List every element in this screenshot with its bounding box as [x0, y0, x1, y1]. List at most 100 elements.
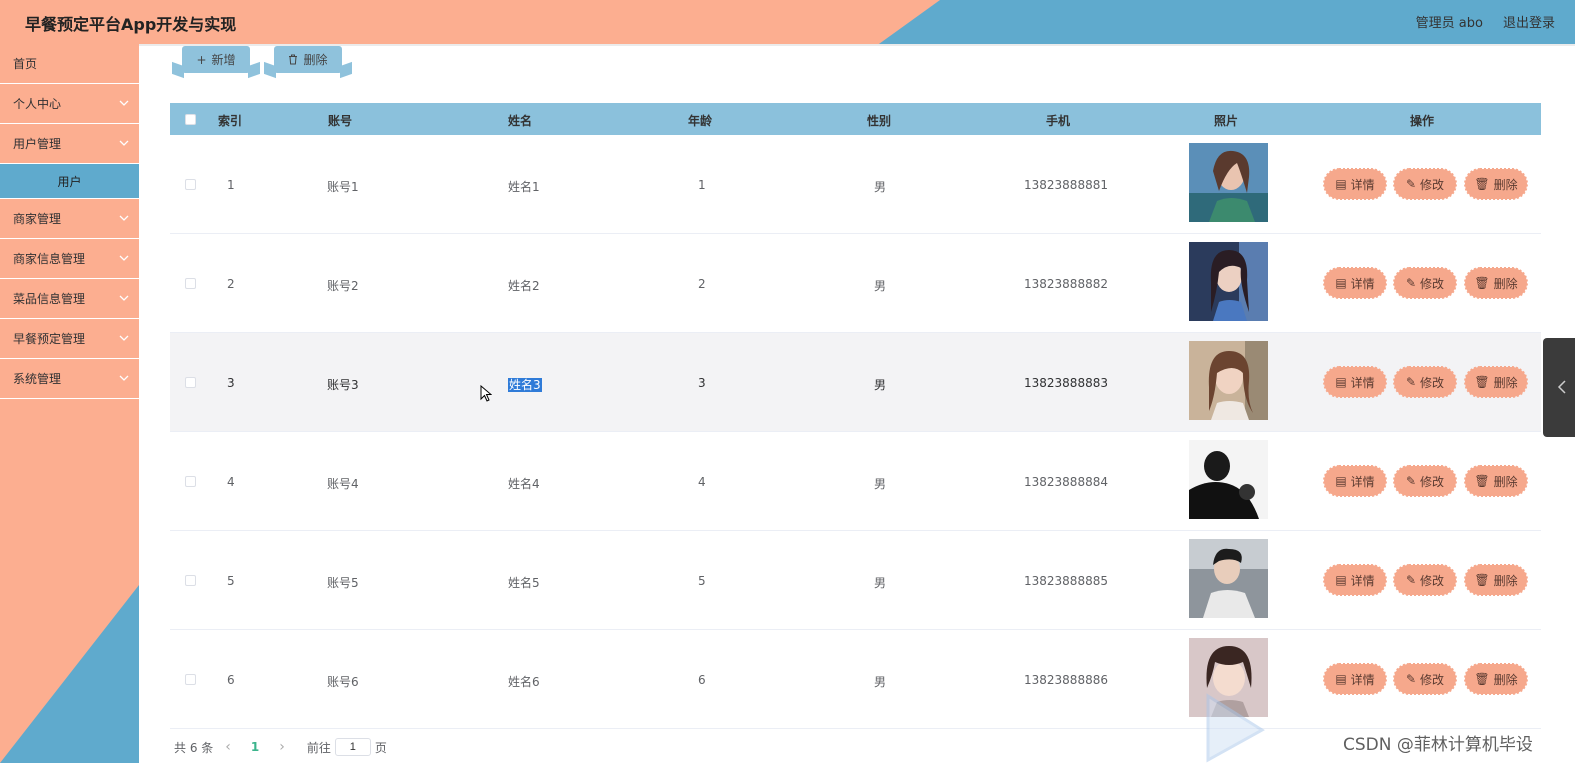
edit-button[interactable]: ✎ 修改 [1393, 267, 1457, 299]
cell-index: 2 [227, 277, 235, 291]
cell-phone: 13823888881 [1024, 178, 1108, 192]
row-checkbox[interactable] [185, 179, 196, 190]
detail-button[interactable]: ▤ 详情 [1323, 564, 1387, 596]
sidebar-corner-decoration [0, 585, 139, 763]
sidebar-subitem-users[interactable]: 用户 [0, 164, 139, 199]
column-header-age: 年龄 [688, 114, 713, 128]
side-panel-toggle[interactable] [1543, 338, 1575, 437]
detail-label: 详情 [1350, 672, 1375, 687]
delete-button[interactable]: 🗑 删除 [1464, 465, 1528, 497]
cell-account: 账号6 [327, 675, 359, 689]
pencil-icon: ✎ [1405, 375, 1417, 389]
column-header-phone: 手机 [1046, 114, 1071, 128]
sidebar-item-dish-info[interactable]: 菜品信息管理 [0, 279, 139, 319]
delete-button[interactable]: 🗑 删除 [1464, 168, 1528, 200]
row-checkbox[interactable] [185, 476, 196, 487]
add-button-label: 新增 [211, 53, 236, 67]
cell-index: 3 [227, 376, 235, 390]
detail-button[interactable]: ▤ 详情 [1323, 366, 1387, 398]
next-page-icon[interactable]: › [279, 739, 285, 755]
batch-delete-label: 删除 [303, 53, 328, 67]
cell-age: 4 [698, 475, 706, 489]
table-row: 2 账号2 姓名2 2 男 13823888882 ▤ 详情 ✎ 修改 🗑 删除 [170, 234, 1541, 333]
detail-button[interactable]: ▤ 详情 [1323, 465, 1387, 497]
admin-user-label[interactable]: 管理员 abo [1416, 12, 1483, 31]
logout-link[interactable]: 退出登录 [1503, 12, 1555, 31]
select-all-checkbox[interactable] [185, 114, 196, 125]
goto-label: 前往 [306, 740, 331, 755]
edit-button[interactable]: ✎ 修改 [1393, 564, 1457, 596]
sidebar-item-breakfast-booking[interactable]: 早餐预定管理 [0, 319, 139, 359]
sidebar-item-merchant-management[interactable]: 商家管理 [0, 199, 139, 239]
delete-label: 删除 [1493, 672, 1518, 687]
document-icon: ▤ [1335, 276, 1347, 290]
cell-gender: 男 [874, 180, 887, 194]
cell-age: 2 [698, 277, 706, 291]
batch-delete-button[interactable]: 删除 [274, 46, 342, 73]
cell-gender: 男 [874, 279, 887, 293]
column-header-gender: 性别 [867, 114, 892, 128]
edit-button[interactable]: ✎ 修改 [1393, 465, 1457, 497]
detail-button[interactable]: ▤ 详情 [1323, 168, 1387, 200]
edit-button[interactable]: ✎ 修改 [1393, 663, 1457, 695]
add-button[interactable]: + 新增 [182, 46, 250, 73]
cell-account: 账号3 [327, 378, 359, 392]
edit-label: 修改 [1420, 375, 1445, 390]
csdn-watermark: CSDN @菲林计算机毕设 [1343, 735, 1533, 755]
sidebar-subitem-label: 用户 [57, 174, 82, 189]
row-checkbox[interactable] [185, 278, 196, 289]
trash-icon: 🗑 [1474, 177, 1490, 191]
table-row: 1 账号1 姓名1 1 男 13823888881 ▤ 详情 ✎ 修改 🗑 删除 [170, 135, 1541, 234]
edit-button[interactable]: ✎ 修改 [1393, 168, 1457, 200]
trash-icon: 🗑 [1474, 474, 1490, 488]
sidebar-item-personal-center[interactable]: 个人中心 [0, 84, 139, 124]
document-icon: ▤ [1335, 672, 1347, 686]
delete-button[interactable]: 🗑 删除 [1464, 366, 1528, 398]
cell-name: 姓名4 [508, 477, 540, 491]
sidebar-item-home[interactable]: 首页 [0, 44, 139, 84]
cell-gender: 男 [874, 378, 887, 392]
edit-button[interactable]: ✎ 修改 [1393, 366, 1457, 398]
cell-account: 账号1 [327, 180, 359, 194]
delete-button[interactable]: 🗑 删除 [1464, 267, 1528, 299]
trash-icon: 🗑 [1474, 672, 1490, 686]
chevron-down-icon [119, 215, 129, 221]
user-table: 索引 账号 姓名 年龄 性别 手机 照片 操作 1 账号1 姓名1 1 男 13… [170, 103, 1541, 729]
sidebar-item-user-management[interactable]: 用户管理 [0, 124, 139, 164]
sidebar-item-label: 个人中心 [13, 97, 62, 111]
row-checkbox[interactable] [185, 575, 196, 586]
page-jump-input[interactable] [334, 738, 371, 756]
cell-gender: 男 [874, 675, 887, 689]
detail-label: 详情 [1350, 573, 1375, 588]
row-checkbox[interactable] [185, 377, 196, 388]
table-row: 5 账号5 姓名5 5 男 13823888885 ▤ 详情 ✎ 修改 🗑 删除 [170, 531, 1541, 630]
sidebar: 首页 个人中心 用户管理 用户 商家管理 商家信息管理 菜品信息管理 早餐预定管… [0, 44, 139, 763]
cell-account: 账号4 [327, 477, 359, 491]
row-checkbox[interactable] [185, 674, 196, 685]
detail-button[interactable]: ▤ 详情 [1323, 267, 1387, 299]
selected-text: 姓名3 [508, 378, 542, 392]
cell-gender: 男 [874, 477, 887, 491]
table-header: 索引 账号 姓名 年龄 性别 手机 照片 操作 [170, 103, 1541, 135]
cell-name: 姓名1 [508, 180, 540, 194]
table-row: 3 账号3 姓名3 3 男 13823888883 ▤ 详情 ✎ 修改 🗑 删除 [170, 333, 1541, 432]
sidebar-item-system-management[interactable]: 系统管理 [0, 359, 139, 399]
page-number-current[interactable]: 1 [251, 740, 259, 754]
pencil-icon: ✎ [1405, 573, 1417, 587]
column-header-index: 索引 [218, 114, 243, 128]
cell-name: 姓名2 [508, 279, 540, 293]
delete-button[interactable]: 🗑 删除 [1464, 663, 1528, 695]
document-icon: ▤ [1335, 474, 1347, 488]
edit-label: 修改 [1420, 276, 1445, 291]
top-header: 早餐预定平台App开发与实现 管理员 abo 退出登录 [0, 0, 1575, 44]
chevron-down-icon [119, 375, 129, 381]
sidebar-item-merchant-info[interactable]: 商家信息管理 [0, 239, 139, 279]
delete-button[interactable]: 🗑 删除 [1464, 564, 1528, 596]
prev-page-icon[interactable]: ‹ [225, 739, 231, 755]
pencil-icon: ✎ [1405, 672, 1417, 686]
detail-button[interactable]: ▤ 详情 [1323, 663, 1387, 695]
document-icon: ▤ [1335, 375, 1347, 389]
cell-gender: 男 [874, 576, 887, 590]
user-photo [1189, 341, 1268, 420]
user-photo [1189, 143, 1268, 222]
